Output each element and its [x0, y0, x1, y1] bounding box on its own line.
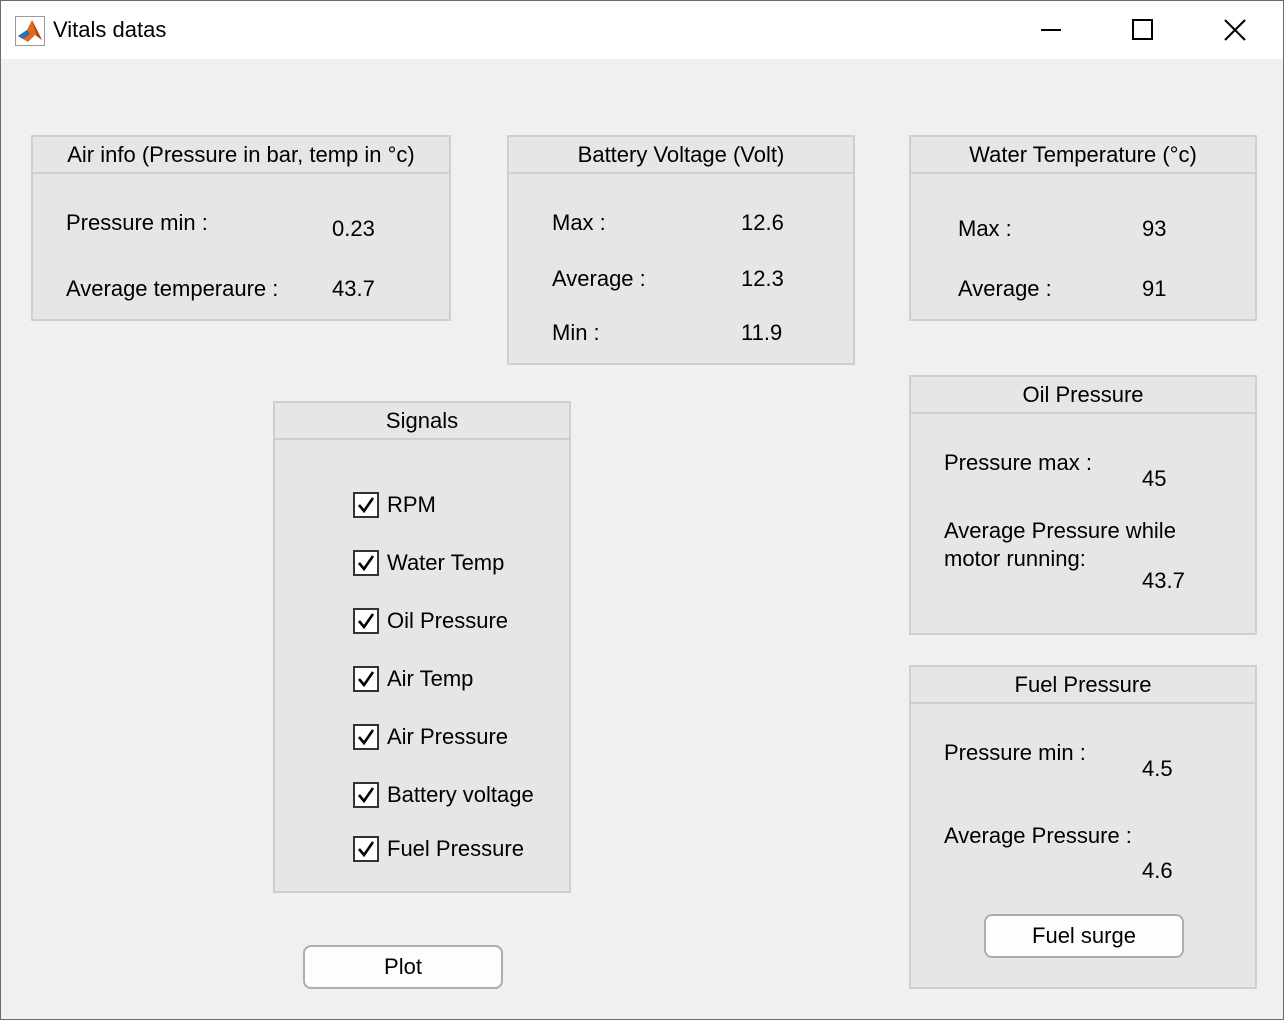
oil-pressure-panel: Oil Pressure Pressure max : 45 Average P… [909, 375, 1257, 635]
air-info-title: Air info (Pressure in bar, temp in °c) [33, 137, 449, 174]
signal-water-temp-label: Water Temp [387, 550, 505, 575]
oil-avg-label-line2: motor running: [944, 546, 1086, 571]
title-bar: Vitals datas [1, 1, 1283, 59]
checkmark-icon [358, 729, 375, 746]
checkbox-box[interactable] [353, 724, 379, 750]
signal-fuel-pressure-label: Fuel Pressure [387, 836, 524, 861]
water-max-label: Max : [958, 216, 1012, 241]
signals-title: Signals [275, 403, 569, 440]
plot-button[interactable]: Plot [303, 945, 503, 989]
oil-pressure-title: Oil Pressure [911, 377, 1255, 414]
signals-panel: Signals RPM Water Temp Oil Pressure Air … [273, 401, 571, 893]
close-button[interactable] [1189, 1, 1281, 59]
fuel-pressure-panel: Fuel Pressure Pressure min : 4.5 Average… [909, 665, 1257, 989]
maximize-icon [1132, 19, 1153, 40]
battery-voltage-panel: Battery Voltage (Volt) Max : 12.6 Averag… [507, 135, 855, 365]
battery-avg-value: 12.3 [741, 266, 784, 291]
battery-max-label: Max : [552, 210, 606, 235]
oil-max-label: Pressure max : [944, 450, 1092, 475]
checkbox-box[interactable] [353, 492, 379, 518]
checkbox-box[interactable] [353, 836, 379, 862]
checkbox-box[interactable] [353, 666, 379, 692]
water-avg-label: Average : [958, 276, 1052, 301]
fuel-avg-value: 4.6 [1142, 858, 1173, 883]
air-avg-temp-label: Average temperaure : [66, 276, 279, 301]
checkbox-box[interactable] [353, 608, 379, 634]
window-title: Vitals datas [53, 17, 167, 42]
signal-air-pressure-label: Air Pressure [387, 724, 509, 749]
air-pressure-min-label: Pressure min : [66, 210, 208, 235]
signal-rpm-label: RPM [387, 492, 436, 517]
oil-avg-label-line1: Average Pressure while [944, 518, 1176, 543]
battery-voltage-title: Battery Voltage (Volt) [509, 137, 853, 174]
checkmark-icon [358, 497, 375, 514]
signal-oil-pressure-label: Oil Pressure [387, 608, 509, 633]
water-temperature-panel: Water Temperature (°c) Max : 93 Average … [909, 135, 1257, 321]
air-pressure-min-value: 0.23 [332, 216, 375, 241]
battery-max-value: 12.6 [741, 210, 784, 235]
oil-max-value: 45 [1142, 466, 1167, 491]
signal-battery-voltage-label: Battery voltage [387, 782, 534, 807]
app-window: Vitals datas Air info (Pressure in bar, … [0, 0, 1284, 1020]
checkmark-icon [358, 671, 375, 688]
oil-avg-value: 43.7 [1142, 568, 1185, 593]
matlab-icon [15, 16, 45, 46]
fuel-surge-button[interactable]: Fuel surge [984, 914, 1184, 958]
minimize-icon [1041, 29, 1061, 31]
water-max-value: 93 [1142, 216, 1167, 241]
close-icon [1224, 19, 1246, 41]
fuel-pressure-title: Fuel Pressure [911, 667, 1255, 704]
checkmark-icon [358, 555, 375, 572]
water-temperature-title: Water Temperature (°c) [911, 137, 1255, 174]
checkbox-box[interactable] [353, 782, 379, 808]
fuel-min-value: 4.5 [1142, 756, 1173, 781]
battery-min-label: Min : [552, 320, 600, 345]
fuel-avg-label: Average Pressure : [944, 823, 1132, 848]
checkmark-icon [358, 613, 375, 630]
battery-avg-label: Average : [552, 266, 646, 291]
battery-min-value: 11.9 [741, 320, 783, 345]
water-avg-value: 91 [1142, 276, 1167, 301]
checkbox-box[interactable] [353, 550, 379, 576]
fuel-min-label: Pressure min : [944, 740, 1086, 765]
checkmark-icon [358, 787, 375, 804]
air-info-panel: Air info (Pressure in bar, temp in °c) P… [31, 135, 451, 321]
checkmark-icon [358, 841, 375, 858]
air-avg-temp-value: 43.7 [332, 276, 375, 301]
minimize-button[interactable] [1005, 1, 1097, 59]
maximize-button[interactable] [1097, 1, 1189, 59]
signal-air-temp-label: Air Temp [387, 666, 474, 691]
